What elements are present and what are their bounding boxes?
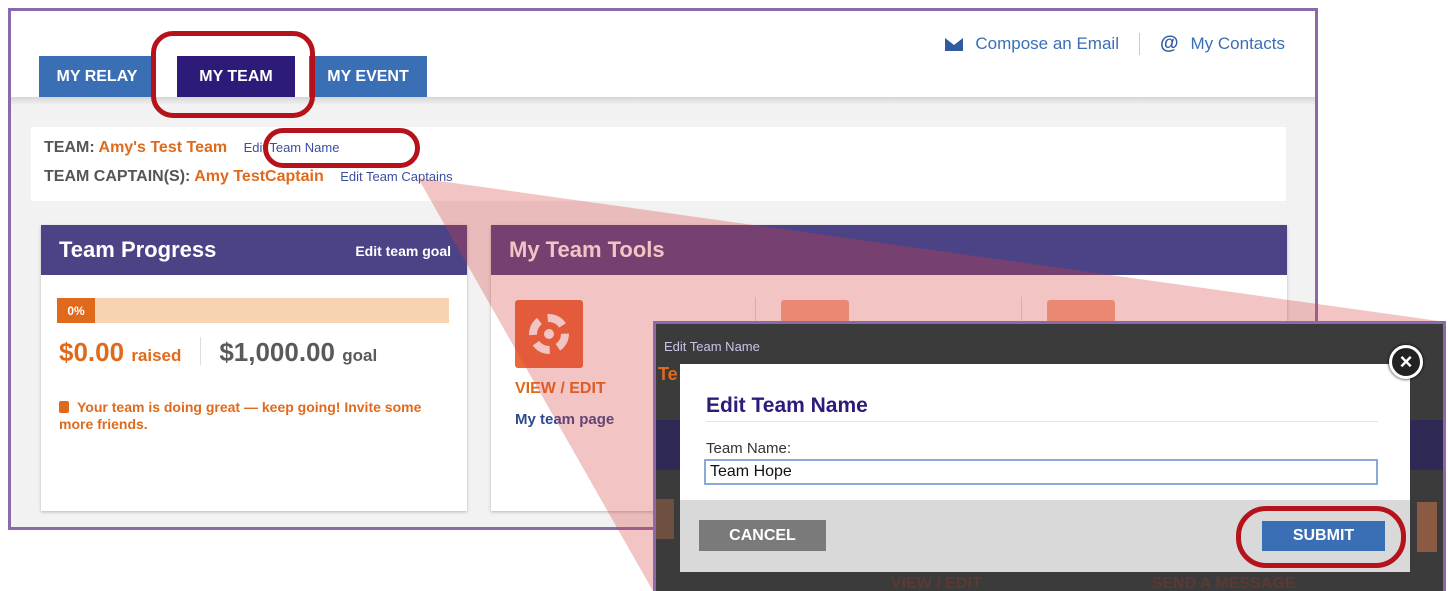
team-progress-card: Team Progress Edit team goal 0% $0.00 ra… <box>41 225 467 511</box>
raised-suffix: raised <box>131 346 182 365</box>
zoom-background-progress <box>656 499 674 539</box>
team-label: TEAM: <box>44 139 95 156</box>
edit-team-goal-link[interactable]: Edit team goal <box>355 243 451 259</box>
amount-divider <box>199 337 201 365</box>
topbar-shadow <box>11 97 1315 105</box>
fundraising-amounts: $0.00 raised $1,000.00 goal <box>59 337 377 368</box>
my-contacts-link[interactable]: @ My Contacts <box>1160 33 1285 55</box>
team-captain-row: TEAM CAPTAIN(S): Amy TestCaptain Edit Te… <box>44 168 453 186</box>
link-divider <box>1138 33 1140 55</box>
gear-icon <box>529 314 569 354</box>
at-icon: @ <box>1159 33 1179 54</box>
modal-title: Edit Team Name <box>706 394 868 417</box>
view-edit-tool-button[interactable] <box>515 300 583 368</box>
goal-value: $1,000.00 <box>219 337 335 367</box>
zoom-background-tool-icon <box>1417 502 1437 552</box>
my-contacts-label: My Contacts <box>1190 34 1285 53</box>
tab-my-team[interactable]: MY TEAM <box>177 56 295 105</box>
raised-value: $0.00 <box>59 337 125 367</box>
zoom-background-labels: VIEW / EDITSEND A MESSAGETA <box>891 575 1443 591</box>
team-name-row: TEAM: Amy's Test Team Edit Team Name <box>44 139 339 157</box>
encouragement-message: Your team is doing great — keep going! I… <box>59 399 439 433</box>
captain-label: TEAM CAPTAIN(S): <box>44 168 191 185</box>
close-icon[interactable]: × <box>1389 345 1423 379</box>
zoom-send-message-label: SEND A MESSAGE <box>1151 575 1296 591</box>
encouragement-text: Your team is doing great — keep going! I… <box>59 399 422 432</box>
cancel-button[interactable]: CANCEL <box>699 520 826 551</box>
edit-team-name-modal: Edit Team Name Team Name: CANCEL SUBMIT <box>680 364 1410 572</box>
team-name-field-label: Team Name: <box>706 440 792 457</box>
edit-team-name-link[interactable]: Edit Team Name <box>244 140 340 155</box>
submit-button[interactable]: SUBMIT <box>1262 521 1385 551</box>
view-edit-label[interactable]: VIEW / EDIT <box>515 380 606 398</box>
amount-goal: $1,000.00 goal <box>219 337 377 367</box>
zoom-view-edit-label: VIEW / EDIT <box>891 575 982 591</box>
compose-email-link[interactable]: Compose an Email <box>945 34 1119 54</box>
team-name: Amy's Test Team <box>98 139 228 156</box>
tab-my-relay[interactable]: MY RELAY <box>39 56 155 97</box>
team-info-panel: TEAM: Amy's Test Team Edit Team Name TEA… <box>31 127 1286 201</box>
top-navigation-bar: MY RELAY MY TEAM MY EVENT Compose an Ema… <box>11 11 1315 105</box>
zoom-background-team-text: Te <box>658 364 678 384</box>
thumbs-up-icon <box>59 401 69 413</box>
team-progress-title: Team Progress <box>59 237 217 262</box>
progress-fill: 0% <box>57 298 95 323</box>
envelope-icon <box>945 37 964 51</box>
modal-footer: CANCEL SUBMIT <box>680 500 1410 572</box>
team-progress-header: Team Progress Edit team goal <box>41 225 467 275</box>
amount-raised: $0.00 raised <box>59 337 181 367</box>
tab-my-event[interactable]: MY EVENT <box>309 56 427 97</box>
goal-suffix: goal <box>342 346 378 365</box>
captain-name: Amy TestCaptain <box>194 168 324 185</box>
fundraising-progress-bar: 0% <box>57 298 449 323</box>
top-links: Compose an Email @ My Contacts <box>945 33 1285 55</box>
edit-team-captains-link[interactable]: Edit Team Captains <box>340 169 453 184</box>
team-name-input[interactable] <box>704 459 1378 485</box>
modal-divider <box>706 421 1378 422</box>
compose-email-label: Compose an Email <box>975 34 1119 53</box>
team-tools-title: My Team Tools <box>509 237 665 262</box>
team-tools-header: My Team Tools <box>491 225 1287 275</box>
zoom-background-edit-link: Edit Team Name <box>664 339 760 354</box>
my-team-page-link[interactable]: My team page <box>515 411 614 428</box>
